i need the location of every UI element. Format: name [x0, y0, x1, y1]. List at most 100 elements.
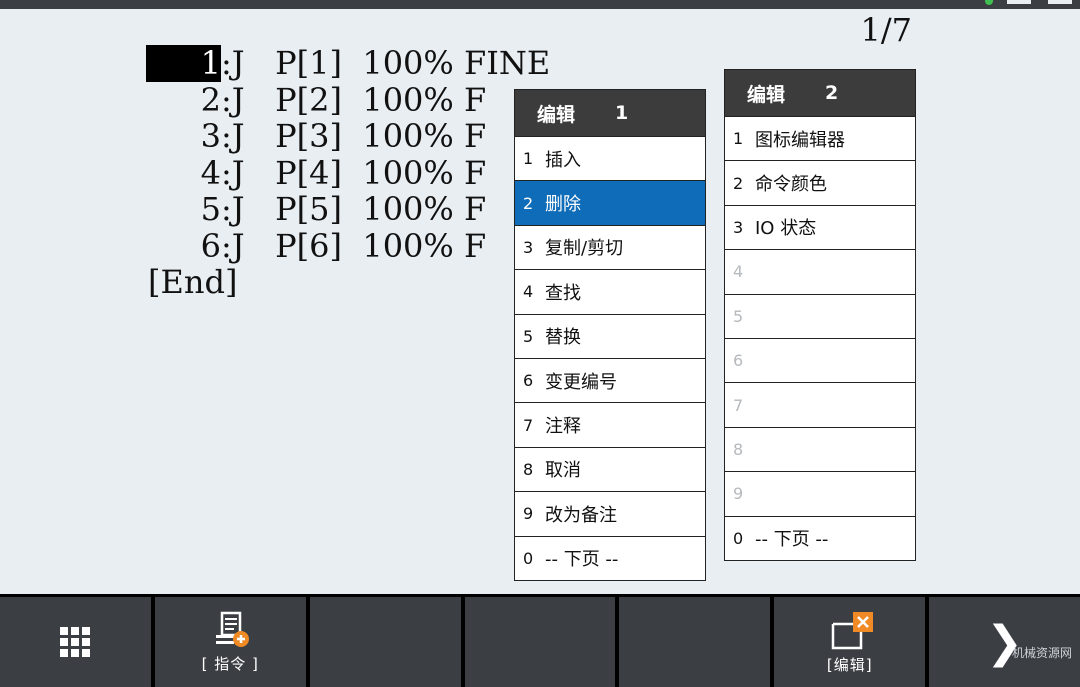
menu-item-label: 插入 — [545, 149, 581, 171]
menu-item-replace[interactable]: 5 替换 — [515, 313, 705, 358]
menu-page-number: 2 — [825, 82, 839, 104]
menu-item-number: 9 — [733, 484, 744, 504]
menu-item-number: 0 — [523, 548, 534, 568]
line-number: 2 — [200, 80, 221, 119]
menu-item-number: 8 — [733, 439, 744, 459]
menu-item-number: 0 — [733, 528, 744, 548]
menu-item-number: 4 — [733, 262, 744, 282]
status-indicator-icon — [985, 0, 993, 5]
menu-item-next-page[interactable]: 0 -- 下页 -- — [515, 535, 705, 580]
next-softkeys-button[interactable]: ❯ 机械资源网 — [929, 597, 1080, 687]
menu-item-empty: 7 — [725, 382, 915, 426]
line-text: :J P[5] 100% F — [221, 190, 487, 228]
line-text: :J P[2] 100% F — [221, 80, 487, 119]
edit-window-icon — [831, 611, 873, 649]
menu-item-number: 2 — [733, 173, 744, 193]
menu-item-number: 2 — [523, 193, 534, 213]
menu-title: 编辑 — [537, 103, 576, 126]
menu-item-copy-cut[interactable]: 3 复制/剪切 — [515, 224, 705, 269]
line-number: 3 — [200, 117, 221, 155]
menu-item-number: 7 — [523, 415, 534, 435]
menu-item-label: IO 状态 — [755, 218, 817, 240]
menu-item-empty: 6 — [725, 337, 915, 382]
program-line[interactable]: 6:J P[6] 100% F — [146, 226, 487, 265]
instruction-button[interactable]: [ 指令 ] — [154, 597, 306, 687]
edit-button[interactable]: [编辑] — [774, 597, 926, 687]
program-line[interactable]: 3:J P[3] 100% F — [146, 117, 487, 155]
menu-item-label: 注释 — [545, 416, 581, 438]
edit-menu-2-header: 编辑 2 — [725, 70, 915, 116]
program-line[interactable]: 4:J P[4] 100% F — [146, 153, 487, 192]
edit-menu-1-header: 编辑 1 — [515, 90, 705, 136]
page-indicator: 1/7 — [860, 11, 913, 49]
line-number: 6 — [200, 226, 221, 265]
menu-item-remark[interactable]: 9 改为备注 — [515, 491, 705, 535]
line-number-cursor[interactable]: 1 — [146, 45, 221, 82]
menu-item-insert[interactable]: 1 插入 — [515, 136, 705, 180]
menu-item-number: 3 — [733, 217, 744, 237]
menu-item-number: 9 — [523, 504, 534, 524]
program-end-marker[interactable]: [End] — [146, 264, 237, 301]
menu-item-label: 改为备注 — [545, 504, 617, 526]
menu-item-label: 图标编辑器 — [755, 129, 845, 151]
line-text: :J P[3] 100% F — [221, 117, 487, 155]
status-slot — [1048, 0, 1072, 4]
line-number: 5 — [200, 190, 221, 228]
softkey-bar: [ 指令 ] [编辑] ❯ 机械资源网 — [0, 597, 1080, 687]
menu-grid-button[interactable] — [0, 597, 151, 687]
menu-item-delete[interactable]: 2 删除 — [515, 180, 705, 225]
menu-item-icon-editor[interactable]: 1 图标编辑器 — [725, 116, 915, 160]
menu-item-find[interactable]: 4 查找 — [515, 269, 705, 313]
menu-item-number: 6 — [733, 351, 744, 371]
line-text: :J P[6] 100% F — [221, 226, 487, 265]
menu-item-label: -- 下页 -- — [755, 529, 829, 551]
menu-item-number: 8 — [523, 459, 534, 479]
menu-item-number: 3 — [523, 237, 534, 257]
teach-pendant-screen: 1/7 1:J P[1] 100% FINE 2:J P[2] 100% F 3… — [0, 9, 1080, 594]
menu-item-comment[interactable]: 7 注释 — [515, 402, 705, 446]
menu-item-empty: 9 — [725, 471, 915, 515]
status-slot — [1007, 0, 1031, 4]
menu-item-number: 6 — [523, 371, 534, 391]
menu-item-label: -- 下页 -- — [545, 549, 619, 571]
menu-item-renumber[interactable]: 6 变更编号 — [515, 357, 705, 402]
menu-page-number: 1 — [615, 102, 629, 124]
menu-item-io-status[interactable]: 3 IO 状态 — [725, 204, 915, 249]
instruction-label: [ 指令 ] — [201, 654, 259, 673]
instruction-icon — [216, 611, 250, 647]
grid-menu-icon — [60, 627, 91, 657]
softkey-empty[interactable] — [464, 597, 616, 687]
menu-item-label: 替换 — [545, 327, 581, 349]
program-line[interactable]: 5:J P[5] 100% F — [146, 190, 487, 228]
menu-item-undo[interactable]: 8 取消 — [515, 446, 705, 491]
menu-item-number: 5 — [523, 326, 534, 346]
program-line[interactable]: 1:J P[1] 100% FINE — [146, 45, 550, 82]
menu-item-label: 复制/剪切 — [545, 238, 624, 260]
softkey-empty[interactable] — [309, 597, 461, 687]
line-number: 4 — [200, 153, 221, 192]
menu-item-label: 查找 — [545, 282, 581, 304]
menu-item-number: 1 — [523, 149, 534, 169]
menu-item-empty: 8 — [725, 426, 915, 471]
menu-item-label: 命令颜色 — [755, 174, 827, 196]
menu-item-number: 5 — [733, 306, 744, 326]
menu-item-next-page[interactable]: 0 -- 下页 -- — [725, 515, 915, 560]
menu-item-empty: 4 — [725, 249, 915, 293]
line-text: :J P[4] 100% F — [221, 153, 487, 192]
edit-menu-page-2: 编辑 2 1 图标编辑器 2 命令颜色 3 IO 状态 4 5 6 7 8 9 0 --… — [724, 69, 916, 561]
menu-item-label: 取消 — [545, 460, 581, 482]
line-text: :J P[1] 100% FINE — [221, 44, 551, 82]
menu-title: 编辑 — [747, 83, 786, 106]
menu-item-number: 4 — [523, 282, 534, 302]
softkey-empty[interactable] — [619, 597, 771, 687]
edit-menu-page-1: 编辑 1 1 插入 2 删除 3 复制/剪切 4 查找 5 替换 6 变更编号 7 注释 8取… — [514, 89, 706, 581]
menu-item-empty: 5 — [725, 293, 915, 338]
program-line[interactable]: 2:J P[2] 100% F — [146, 80, 487, 119]
top-status-bar — [0, 0, 1080, 9]
watermark: 机械资源网 — [1012, 646, 1073, 660]
menu-item-number: 1 — [733, 129, 744, 149]
menu-item-label: 删除 — [545, 194, 581, 216]
program-listing: 1:J P[1] 100% FINE 2:J P[2] 100% F 3:J P… — [146, 45, 550, 301]
menu-item-number: 7 — [733, 395, 744, 415]
menu-item-command-color[interactable]: 2 命令颜色 — [725, 160, 915, 204]
